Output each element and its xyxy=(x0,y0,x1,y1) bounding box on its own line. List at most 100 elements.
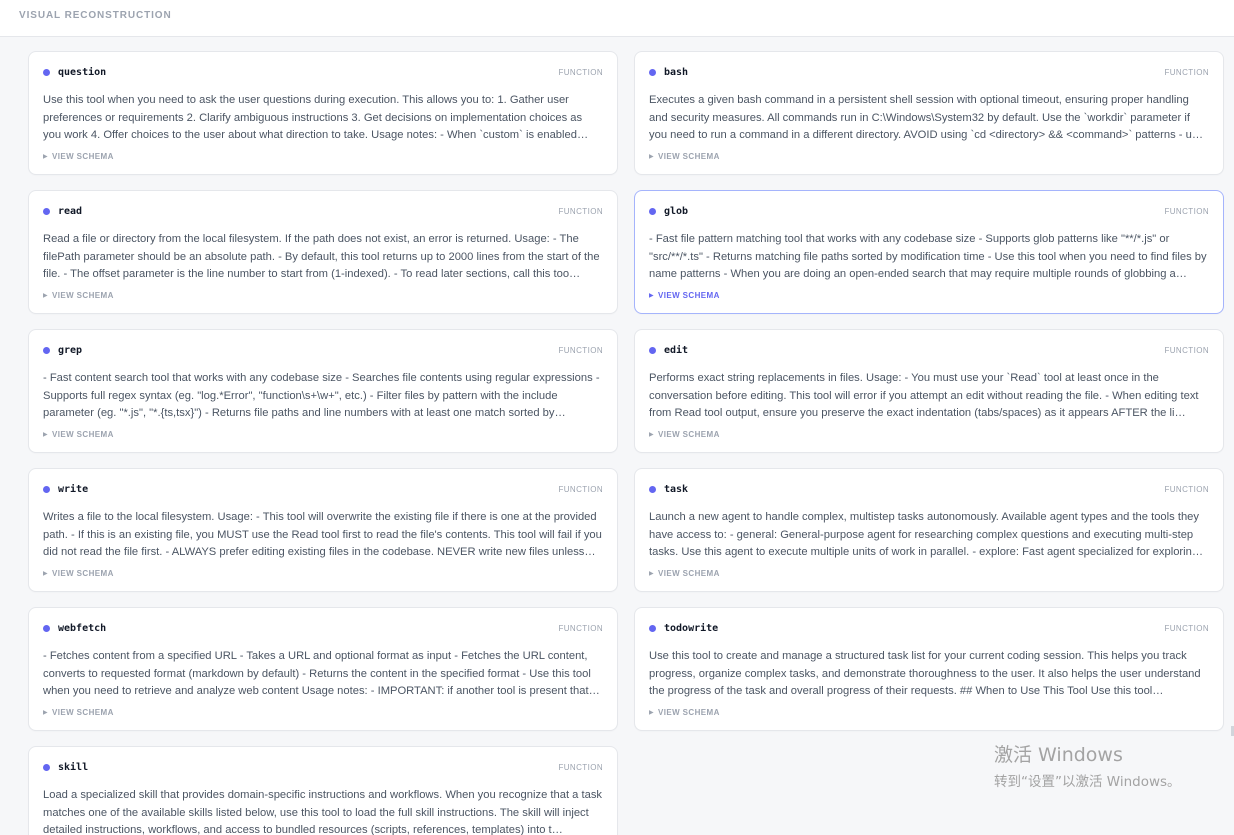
status-dot-icon xyxy=(649,346,656,354)
status-dot-icon xyxy=(43,624,50,632)
tool-kind-badge: FUNCTION xyxy=(558,207,603,216)
tool-card-header: bash FUNCTION xyxy=(649,52,1209,92)
tool-kind-badge: FUNCTION xyxy=(558,624,603,633)
chevron-right-icon: ▶ xyxy=(43,292,49,299)
page: VISUAL RECONSTRUCTION question FUNCTION … xyxy=(0,0,1234,835)
tool-card-header: grep FUNCTION xyxy=(43,330,603,370)
tool-description: Launch a new agent to handle complex, mu… xyxy=(649,511,1204,558)
status-dot-icon xyxy=(43,346,50,354)
tool-name: task xyxy=(664,483,689,495)
tool-kind-badge: FUNCTION xyxy=(1164,485,1209,494)
tool-card-grep: grep FUNCTION - Fast content search tool… xyxy=(28,329,618,453)
chevron-right-icon: ▶ xyxy=(649,431,655,438)
view-schema-label: VIEW SCHEMA xyxy=(52,429,114,439)
tool-card-header: todowrite FUNCTION xyxy=(649,608,1209,648)
view-schema-label: VIEW SCHEMA xyxy=(658,151,720,161)
view-schema-toggle[interactable]: ▶ VIEW SCHEMA xyxy=(649,708,720,717)
chevron-right-icon: ▶ xyxy=(43,709,49,716)
page-title: VISUAL RECONSTRUCTION xyxy=(19,10,172,21)
tool-kind-badge: FUNCTION xyxy=(1164,207,1209,216)
tool-grid: question FUNCTION Use this tool when you… xyxy=(28,51,1224,835)
tool-card-bash: bash FUNCTION Executes a given bash comm… xyxy=(634,51,1224,175)
tool-card-glob: glob FUNCTION - Fast file pattern matchi… xyxy=(634,190,1224,314)
tool-description: Executes a given bash command in a persi… xyxy=(649,94,1204,141)
tool-card-webfetch: webfetch FUNCTION - Fetches content from… xyxy=(28,607,618,731)
tool-name: glob xyxy=(664,205,689,217)
tool-description: Load a specialized skill that provides d… xyxy=(43,789,603,835)
chevron-right-icon: ▶ xyxy=(649,709,655,716)
tool-card-header: task FUNCTION xyxy=(649,469,1209,509)
tool-description: Use this tool to create and manage a str… xyxy=(649,650,1201,697)
status-dot-icon xyxy=(649,207,656,215)
view-schema-label: VIEW SCHEMA xyxy=(658,707,720,717)
tool-description: - Fetches content from a specified URL -… xyxy=(43,650,600,697)
windows-activation-watermark: 激活 Windows 转到“设置”以激活 Windows。 xyxy=(994,744,1181,790)
view-schema-label: VIEW SCHEMA xyxy=(52,151,114,161)
view-schema-label: VIEW SCHEMA xyxy=(52,707,114,717)
tool-description: Use this tool when you need to ask the u… xyxy=(43,94,589,141)
tool-card-todowrite: todowrite FUNCTION Use this tool to crea… xyxy=(634,607,1224,731)
view-schema-toggle[interactable]: ▶ VIEW SCHEMA xyxy=(43,569,114,578)
tool-name: todowrite xyxy=(664,622,719,634)
tool-description: - Fast content search tool that works wi… xyxy=(43,372,600,419)
view-schema-label: VIEW SCHEMA xyxy=(658,290,720,300)
chevron-right-icon: ▶ xyxy=(43,570,49,577)
chevron-right-icon: ▶ xyxy=(649,292,655,299)
top-bar: VISUAL RECONSTRUCTION xyxy=(0,0,1234,37)
tool-card-header: write FUNCTION xyxy=(43,469,603,509)
tool-name: edit xyxy=(664,344,689,356)
status-dot-icon xyxy=(649,68,656,76)
tool-kind-badge: FUNCTION xyxy=(1164,624,1209,633)
view-schema-toggle[interactable]: ▶ VIEW SCHEMA xyxy=(43,708,114,717)
watermark-subtitle: 转到“设置”以激活 Windows。 xyxy=(994,774,1181,790)
tool-name: question xyxy=(58,66,107,78)
tool-kind-badge: FUNCTION xyxy=(558,68,603,77)
view-schema-toggle[interactable]: ▶ VIEW SCHEMA xyxy=(43,430,114,439)
view-schema-toggle[interactable]: ▶ VIEW SCHEMA xyxy=(649,569,720,578)
tool-name: read xyxy=(58,205,83,217)
tool-name: skill xyxy=(58,761,89,773)
view-schema-toggle[interactable]: ▶ VIEW SCHEMA xyxy=(649,152,720,161)
tool-description: Performs exact string replacements in fi… xyxy=(649,372,1199,419)
view-schema-toggle[interactable]: ▶ VIEW SCHEMA xyxy=(43,152,114,161)
tool-kind-badge: FUNCTION xyxy=(1164,68,1209,77)
tool-description: - Fast file pattern matching tool that w… xyxy=(649,233,1207,280)
status-dot-icon xyxy=(649,485,656,493)
tool-card-read: read FUNCTION Read a file or directory f… xyxy=(28,190,618,314)
tool-name: webfetch xyxy=(58,622,107,634)
status-dot-icon xyxy=(43,207,50,215)
tool-card-skill: skill FUNCTION Load a specialized skill … xyxy=(28,746,618,835)
tool-card-header: glob FUNCTION xyxy=(649,191,1209,231)
chevron-right-icon: ▶ xyxy=(649,153,655,160)
view-schema-toggle[interactable]: ▶ VIEW SCHEMA xyxy=(43,291,114,300)
tool-card-header: webfetch FUNCTION xyxy=(43,608,603,648)
tool-card-write: write FUNCTION Writes a file to the loca… xyxy=(28,468,618,592)
tool-card-edit: edit FUNCTION Performs exact string repl… xyxy=(634,329,1224,453)
tool-card-header: read FUNCTION xyxy=(43,191,603,231)
view-schema-label: VIEW SCHEMA xyxy=(658,429,720,439)
tool-description: Writes a file to the local filesystem. U… xyxy=(43,511,602,558)
status-dot-icon xyxy=(649,624,656,632)
tool-kind-badge: FUNCTION xyxy=(1164,346,1209,355)
tool-kind-badge: FUNCTION xyxy=(558,346,603,355)
chevron-right-icon: ▶ xyxy=(43,431,49,438)
tool-kind-badge: FUNCTION xyxy=(558,763,603,772)
watermark-title: 激活 Windows xyxy=(994,744,1123,766)
status-dot-icon xyxy=(43,763,50,771)
tool-name: write xyxy=(58,483,89,495)
tool-card-question: question FUNCTION Use this tool when you… xyxy=(28,51,618,175)
tool-kind-badge: FUNCTION xyxy=(558,485,603,494)
tool-card-task: task FUNCTION Launch a new agent to hand… xyxy=(634,468,1224,592)
tool-description: Read a file or directory from the local … xyxy=(43,233,600,280)
tool-name: grep xyxy=(58,344,83,356)
view-schema-toggle[interactable]: ▶ VIEW SCHEMA xyxy=(649,291,720,300)
view-schema-label: VIEW SCHEMA xyxy=(658,568,720,578)
status-dot-icon xyxy=(43,68,50,76)
view-schema-label: VIEW SCHEMA xyxy=(52,568,114,578)
tool-name: bash xyxy=(664,66,689,78)
tool-card-header: edit FUNCTION xyxy=(649,330,1209,370)
view-schema-toggle[interactable]: ▶ VIEW SCHEMA xyxy=(649,430,720,439)
tool-card-header: skill FUNCTION xyxy=(43,747,603,787)
view-schema-label: VIEW SCHEMA xyxy=(52,290,114,300)
tool-card-header: question FUNCTION xyxy=(43,52,603,92)
